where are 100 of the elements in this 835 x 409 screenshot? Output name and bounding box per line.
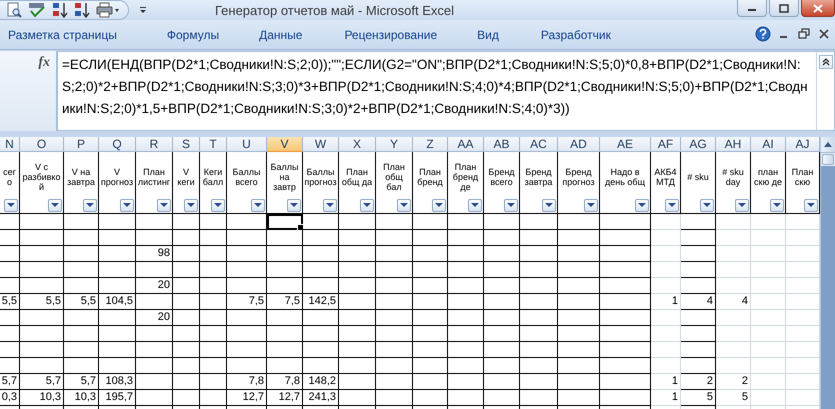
table-cell [200,294,227,310]
column-header[interactable]: AJ [786,137,820,152]
table-cell [716,214,751,230]
column-header[interactable]: P [64,137,99,152]
table-cell [520,246,558,262]
table-cell: 5,7 [20,374,64,390]
sort-ascending-icon[interactable] [52,2,68,18]
column-header[interactable]: AH [716,137,751,152]
close-icon[interactable] [817,27,831,41]
table-cell [558,246,600,262]
column-header[interactable]: W [303,137,339,152]
table-cell [413,310,448,326]
column-header[interactable]: AE [600,137,651,152]
triangle-down-icon [703,203,711,208]
table-cell [200,326,227,342]
filter-dropdown-button[interactable] [700,199,714,212]
filter-dropdown-button[interactable] [504,199,518,212]
table-cell [558,342,600,358]
column-header[interactable]: AC [520,137,558,152]
ribbon-tab[interactable]: Разработчик [540,28,611,42]
table-cell [448,342,484,358]
minimize-button[interactable] [737,0,767,17]
column-header[interactable]: O [20,137,64,152]
filter-dropdown-button[interactable] [665,199,679,212]
formula-collapse-button[interactable] [818,55,832,69]
filter-dropdown-button[interactable] [157,199,171,212]
function-button[interactable]: fx [38,55,50,71]
table-cell [173,230,200,246]
filter-dropdown-button[interactable] [770,199,784,212]
filter-dropdown-button[interactable] [184,199,198,212]
column-header[interactable]: AA [448,137,484,152]
filter-dropdown-button[interactable] [735,199,749,212]
column-header[interactable]: AF [651,137,681,152]
active-cell[interactable] [267,214,303,230]
scrollbar-thumb[interactable] [822,154,834,165]
help-icon[interactable] [755,26,771,42]
close-button[interactable] [801,0,835,17]
column-header[interactable]: AI [751,137,786,152]
filter-dropdown-button[interactable] [584,199,598,212]
table-cell: 1 [651,390,681,406]
ribbon-tab[interactable]: Вид [477,28,541,42]
filter-dropdown-button[interactable] [804,199,818,212]
column-header[interactable]: R [136,137,173,152]
header-label: Кеги балл [202,166,224,188]
column-header[interactable]: Z [413,137,448,152]
filter-dropdown-button[interactable] [468,199,482,212]
triangle-down-icon [545,203,553,208]
filter-dropdown-button[interactable] [432,199,446,212]
filter-dropdown-button[interactable] [635,199,649,212]
table-cell [227,278,267,294]
table-cell [600,374,651,390]
printer-icon[interactable] [96,2,120,18]
spelling-check-icon[interactable] [28,2,46,18]
filter-dropdown-button[interactable] [83,199,97,212]
table-cell: 142,5 [303,294,339,310]
table-cell [303,278,339,294]
filter-dropdown-button[interactable] [323,199,337,212]
table-cell [651,214,681,230]
filter-dropdown-button[interactable] [48,199,62,212]
filter-dropdown-button[interactable] [120,199,134,212]
fill-handle[interactable] [297,224,304,231]
table-cell: 12,7 [227,390,267,406]
column-header[interactable]: U [227,137,267,152]
restore-icon[interactable] [797,27,811,41]
filter-dropdown-button[interactable] [542,199,556,212]
ribbon-tab[interactable]: Формулы [166,28,260,42]
column-header[interactable]: N [0,137,20,152]
table-cell [651,326,681,342]
column-header[interactable]: Y [376,137,413,152]
column-header[interactable]: S [173,137,200,152]
filter-dropdown-button[interactable] [4,199,18,212]
maximize-button[interactable] [769,0,799,17]
triangle-down-icon [807,203,815,208]
ribbon-tab[interactable]: Рецензирование [344,28,478,42]
customize-toolbar-icon[interactable] [139,6,147,14]
column-header[interactable]: V [267,137,303,152]
table-cell [751,246,786,262]
table-cell [376,374,413,390]
filter-dropdown-button[interactable] [360,199,374,212]
sort-descending-icon[interactable] [74,2,90,18]
filter-dropdown-button[interactable] [211,199,225,212]
filter-dropdown-button[interactable] [287,199,301,212]
ribbon-tab[interactable]: Данные [259,28,344,42]
table-cell [136,294,173,310]
column-header[interactable]: AG [681,137,716,152]
print-preview-icon[interactable] [6,2,22,18]
scroll-up-button[interactable] [821,137,835,153]
column-header[interactable]: T [200,137,227,152]
filter-dropdown-button[interactable] [397,199,411,212]
table-cell: 5,5 [0,294,20,310]
column-header[interactable]: Q [99,137,136,152]
table-cell [200,230,227,246]
column-header[interactable]: X [339,137,376,152]
filter-dropdown-button[interactable] [251,199,265,212]
table-cell [651,358,681,374]
table-cell [558,262,600,278]
column-header[interactable]: AB [484,137,520,152]
ribbon-tab[interactable]: Разметка страницы [8,28,157,42]
column-header[interactable]: AD [558,137,600,152]
header-label: План общ бал [382,160,406,194]
